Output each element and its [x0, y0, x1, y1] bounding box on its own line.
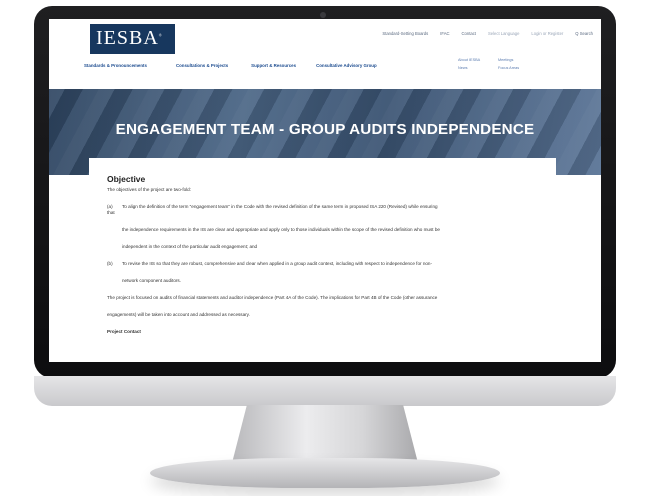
top-links: Standard-Setting Boards IFAC Contact Sel… — [382, 31, 593, 36]
login-link[interactable]: Login or Register — [531, 31, 563, 36]
nav-cag[interactable]: Consultative Advisory Group — [316, 63, 377, 68]
top-link-ifac[interactable]: IFAC — [440, 31, 449, 36]
link-about[interactable]: About IESBA — [458, 58, 498, 62]
nav-standards[interactable]: Standards & Pronouncements — [84, 63, 147, 68]
item-a-line2: that — [107, 210, 115, 215]
website-screen: IESBA® Standard-Setting Boards IFAC Cont… — [49, 19, 601, 362]
content-panel: Objective The objectives of the project … — [89, 158, 556, 362]
search-link[interactable]: Q Search — [575, 31, 593, 36]
scope-line1: The project is focused on audits of fina… — [107, 295, 438, 300]
link-focus-areas[interactable]: Focus Areas — [498, 66, 528, 70]
item-b-line2: network component auditors. — [122, 278, 181, 283]
objective-heading: Objective — [107, 174, 146, 184]
item-b-line1: To revise the IIS so that they are robus… — [122, 261, 433, 266]
camera-icon — [320, 12, 326, 18]
monitor-stand — [232, 405, 418, 463]
project-contact-heading: Project Contact — [107, 329, 141, 334]
item-a-line1: To align the definition of the term "eng… — [122, 204, 438, 209]
top-link-standard-setting-boards[interactable]: Standard-Setting Boards — [382, 31, 428, 36]
page-title: ENGAGEMENT TEAM - GROUP AUDITS INDEPENDE… — [115, 121, 535, 138]
top-link-contact[interactable]: Contact — [462, 31, 476, 36]
logo-mark: ® — [158, 32, 163, 38]
intro-text: The objectives of the project are two-fo… — [107, 187, 192, 192]
link-meetings[interactable]: Meetings — [498, 58, 528, 62]
link-news[interactable]: News — [458, 66, 498, 70]
list-item-b: (b) To revise the IIS so that they are ro… — [107, 261, 556, 267]
monitor-chin — [34, 376, 616, 406]
nav-consultations[interactable]: Consultations & Projects — [176, 63, 228, 68]
nav-support[interactable]: Support & Resources — [251, 63, 296, 68]
scope-line2: engagements) will be taken into account … — [107, 312, 250, 317]
side-links: About IESBA Meetings News Focus Areas — [458, 58, 528, 70]
item-a-line4: independent in the context of the partic… — [122, 244, 258, 249]
iesba-logo[interactable]: IESBA® — [90, 24, 175, 54]
item-a-line3: the independence requirements in the IIS… — [122, 227, 440, 232]
item-b-marker: (b) — [107, 261, 113, 266]
logo-text: IESBA — [96, 27, 159, 49]
monitor-base — [150, 458, 500, 488]
language-selector[interactable]: Select Language — [488, 31, 519, 36]
